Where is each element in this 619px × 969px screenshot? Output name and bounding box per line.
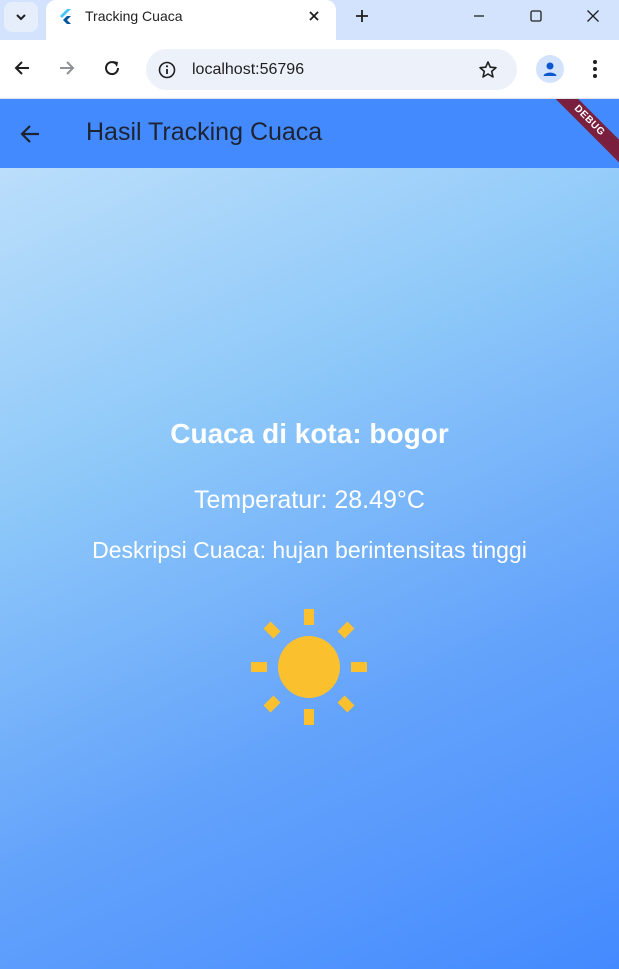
debug-banner: DEBUG bbox=[533, 99, 619, 168]
page-title: Hasil Tracking Cuaca bbox=[86, 118, 323, 146]
flutter-favicon-icon bbox=[60, 9, 71, 24]
chevron-down-icon bbox=[16, 14, 26, 21]
app-back-button[interactable] bbox=[12, 116, 48, 152]
reload-button[interactable] bbox=[98, 54, 126, 82]
weather-result-panel: Cuaca di kota: bogor Temperatur: 28.49°C… bbox=[0, 168, 619, 969]
browser-toolbar: localhost:56796 bbox=[0, 40, 619, 99]
tab-title: Tracking Cuaca bbox=[85, 8, 183, 24]
weather-description: Deskripsi Cuaca: hujan berintensitas tin… bbox=[92, 537, 527, 563]
site-info-button[interactable] bbox=[156, 59, 178, 81]
minimize-icon bbox=[474, 15, 484, 17]
star-icon bbox=[479, 61, 497, 78]
bookmark-button[interactable] bbox=[477, 59, 499, 81]
browser-tab-active[interactable]: Tracking Cuaca bbox=[46, 0, 336, 40]
temperature-text: Temperatur: 28.49°C bbox=[194, 486, 425, 514]
url-text: localhost:56796 bbox=[192, 61, 305, 78]
more-vertical-icon bbox=[593, 60, 597, 78]
browser-tabstrip: Tracking Cuaca bbox=[0, 0, 619, 40]
arrow-left-icon bbox=[20, 125, 39, 143]
address-bar[interactable]: localhost:56796 bbox=[146, 49, 517, 90]
minimize-button[interactable] bbox=[465, 4, 493, 28]
browser-menu-button[interactable] bbox=[585, 56, 605, 82]
reload-icon bbox=[105, 61, 120, 76]
forward-button[interactable] bbox=[53, 54, 81, 82]
profile-button[interactable] bbox=[536, 55, 564, 83]
back-button[interactable] bbox=[8, 54, 36, 82]
tab-search-button[interactable] bbox=[4, 2, 38, 32]
maximize-button[interactable] bbox=[522, 4, 550, 28]
plus-icon bbox=[356, 10, 368, 22]
tab-close-button[interactable] bbox=[302, 4, 326, 28]
person-icon bbox=[543, 62, 557, 76]
app-bar: Hasil Tracking Cuaca DEBUG bbox=[0, 99, 619, 168]
maximize-icon bbox=[530, 10, 542, 22]
arrow-right-icon bbox=[60, 61, 75, 75]
arrow-left-icon bbox=[14, 61, 29, 75]
new-tab-button[interactable] bbox=[348, 4, 376, 28]
city-heading: Cuaca di kota: bogor bbox=[170, 418, 449, 449]
sun-icon bbox=[251, 609, 367, 725]
close-icon bbox=[587, 10, 599, 22]
window-close-button[interactable] bbox=[579, 4, 607, 28]
close-icon bbox=[309, 11, 319, 21]
info-icon bbox=[158, 61, 176, 79]
